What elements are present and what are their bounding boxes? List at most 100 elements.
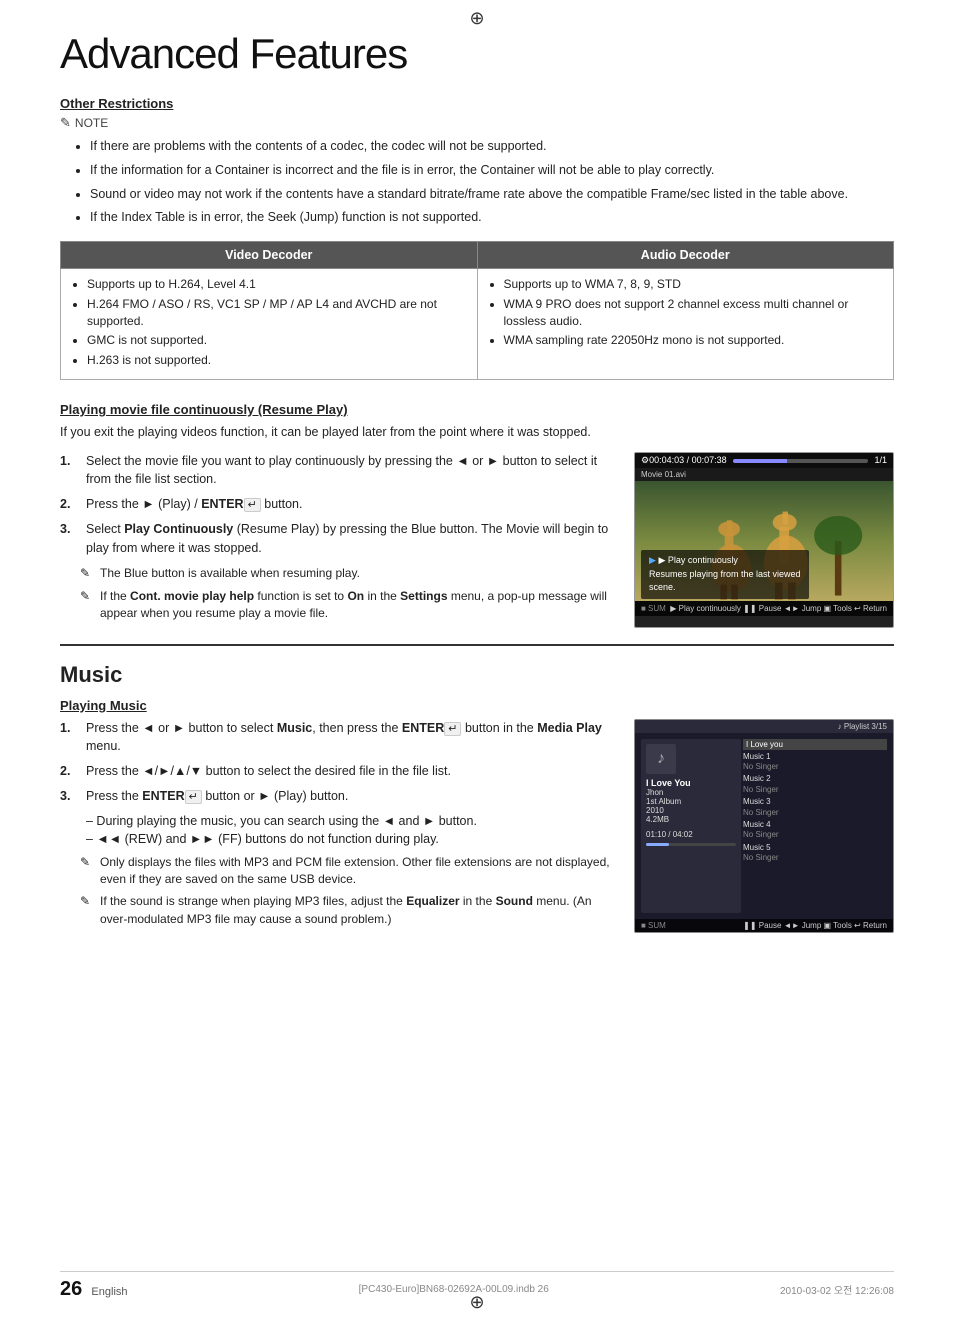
music-song-item-1: Music 1 No Singer — [743, 752, 887, 773]
tv-overlay-line2: Resumes playing from the last viewed — [649, 568, 801, 582]
music-screen-content: ♪ I Love You Jhon 1st Album 2010 4.2MB 0… — [635, 733, 893, 920]
music-bottombar-sum: ■ SUM — [641, 921, 666, 930]
music-song-item-4: Music 4 No Singer — [743, 820, 887, 841]
list-item: H.264 FMO / ASO / RS, VC1 SP / MP / AP L… — [87, 296, 467, 330]
music-progress-bg — [646, 843, 736, 846]
step-2-num: 2. — [60, 495, 78, 514]
codec-table-cell-video: Supports up to H.264, Level 4.1 H.264 FM… — [61, 269, 478, 380]
tv-screen-inner: ⚙ 00:04:03 / 00:07:38 1/1 Movie 01.avi — [635, 453, 893, 627]
page-number: 26 — [60, 1278, 82, 1300]
crosshair-top-icon: ⊕ — [469, 8, 484, 29]
music-song-item-2: Music 2 No Singer — [743, 774, 887, 795]
step-2: 2. Press the ► (Play) / ENTER↵ button. — [60, 495, 618, 514]
music-text: 1. Press the ◄ or ► button to select Mus… — [60, 719, 618, 934]
music-section-title: Music — [60, 662, 894, 688]
resume-note-2-text: If the Cont. movie play help function is… — [100, 588, 618, 623]
music-note-icon: ♪ — [646, 744, 676, 774]
music-sub-note-1: – During playing the music, you can sear… — [86, 814, 618, 828]
music-section: Music Playing Music 1. Press the ◄ or ► … — [60, 662, 894, 934]
resume-play-section: Playing movie file continuously (Resume … — [60, 402, 894, 628]
resume-note-2: ✎ If the Cont. movie play help function … — [80, 588, 618, 623]
page-footer: 26 English [PC430-Euro]BN68-02692A-00L09… — [60, 1271, 894, 1301]
music-step-1-text: Press the ◄ or ► button to select Music,… — [86, 719, 618, 757]
music-steps: 1. Press the ◄ or ► button to select Mus… — [60, 719, 618, 806]
note-label-text: NOTE — [75, 116, 108, 130]
resume-play-description: If you exit the playing videos function,… — [60, 423, 894, 442]
music-left-panel: ♪ I Love You Jhon 1st Album 2010 4.2MB 0… — [641, 739, 741, 914]
codec-table-header-video: Video Decoder — [61, 242, 478, 269]
resume-note-1: ✎ The Blue button is available when resu… — [80, 565, 618, 582]
music-progress-fill — [646, 843, 669, 846]
step-2-text: Press the ► (Play) / ENTER↵ button. — [86, 495, 302, 514]
music-step-2-text: Press the ◄/►/▲/▼ button to select the d… — [86, 762, 451, 781]
playing-music-heading: Playing Music — [60, 698, 894, 713]
music-note-1: ✎ Only displays the files with MP3 and P… — [80, 854, 618, 889]
codec-table-header-audio: Audio Decoder — [477, 242, 894, 269]
list-item: H.263 is not supported. — [87, 352, 467, 369]
other-restrictions-list: If there are problems with the contents … — [60, 137, 894, 227]
tv-topbar: ⚙ 00:04:03 / 00:07:38 1/1 — [635, 453, 893, 468]
music-album: 1st Album — [646, 797, 736, 806]
tv-filename: Movie 01.avi — [635, 468, 893, 481]
music-note-2-text: If the sound is strange when playing MP3… — [100, 893, 618, 928]
codec-table: Video Decoder Audio Decoder Supports up … — [60, 241, 894, 380]
page: ⊕ Advanced Features Other Restrictions ✎… — [0, 0, 954, 1321]
step-1-text: Select the movie file you want to play c… — [86, 452, 618, 490]
resume-play-layout: 1. Select the movie file you want to pla… — [60, 452, 894, 628]
resume-play-heading: Playing movie file continuously (Resume … — [60, 402, 894, 417]
music-step-3-text: Press the ENTER↵ button or ► (Play) butt… — [86, 787, 348, 806]
music-artist: Jhon — [646, 788, 736, 797]
list-item: Supports up to WMA 7, 8, 9, STD — [504, 276, 884, 293]
page-title: Advanced Features — [60, 30, 894, 78]
tv-topbar-icon: ⚙ — [641, 455, 649, 466]
music-song-item-3: Music 3 No Singer — [743, 797, 887, 818]
note-pencil-icon: ✎ — [80, 565, 94, 582]
step-1-num: 1. — [60, 452, 78, 490]
note-pencil-icon: ✎ — [80, 854, 94, 889]
other-restrictions-heading: Other Restrictions — [60, 96, 894, 111]
music-screen-bottombar: ■ SUM ❚❚ Pause ◄► Jump ▣ Tools ↩ Return — [635, 919, 893, 932]
music-selected-song: I Love you — [743, 739, 887, 750]
resume-play-text: 1. Select the movie file you want to pla… — [60, 452, 618, 628]
music-year: 2010 — [646, 806, 736, 815]
music-screen: ♪ Playlist 3/15 ♪ I Love You Jhon 1st Al… — [634, 719, 894, 934]
music-screen-topbar: ♪ Playlist 3/15 — [635, 720, 893, 733]
music-song-title: I Love You — [646, 778, 736, 788]
footer-left: 26 English — [60, 1278, 128, 1301]
note-pencil-icon: ✎ — [80, 588, 94, 623]
music-step-3: 3. Press the ENTER↵ button or ► (Play) b… — [60, 787, 618, 806]
music-song-item-5: Music 5 No Singer — [743, 843, 887, 864]
resume-screen: ⚙ 00:04:03 / 00:07:38 1/1 Movie 01.avi — [634, 452, 894, 628]
list-item: Supports up to H.264, Level 4.1 — [87, 276, 467, 293]
list-item: If there are problems with the contents … — [90, 137, 894, 156]
codec-table-cell-audio: Supports up to WMA 7, 8, 9, STD WMA 9 PR… — [477, 269, 894, 380]
list-item: WMA 9 PRO does not support 2 channel exc… — [504, 296, 884, 330]
music-section-divider — [60, 644, 894, 646]
music-note-1-text: Only displays the files with MP3 and PCM… — [100, 854, 618, 889]
tv-overlay: ▶ ▶ Play continuously Resumes playing fr… — [641, 550, 809, 599]
music-bottombar-controls: ❚❚ Pause ◄► Jump ▣ Tools ↩ Return — [743, 921, 887, 930]
tv-bottombar-left: ■ SUM — [641, 604, 666, 613]
step-1: 1. Select the movie file you want to pla… — [60, 452, 618, 490]
tv-topbar-count: 1/1 — [874, 455, 887, 466]
music-right-panel: I Love you Music 1 No Singer Music 2 No … — [743, 739, 887, 914]
step-3: 3. Select Play Continuously (Resume Play… — [60, 520, 618, 558]
music-size: 4.2MB — [646, 815, 736, 824]
footer-file-right: 2010-03-02 오전 12:26:08 — [780, 1282, 894, 1297]
music-sub-note-2: – ◄◄ (REW) and ►► (FF) buttons do not fu… — [86, 832, 618, 846]
music-playlist-header: ♪ Playlist 3/15 — [838, 722, 887, 731]
step-3-text: Select Play Continuously (Resume Play) b… — [86, 520, 618, 558]
music-time: 01:10 / 04:02 — [646, 830, 736, 839]
footer-language: English — [91, 1286, 127, 1298]
music-step-1: 1. Press the ◄ or ► button to select Mus… — [60, 719, 618, 757]
footer-file-left: [PC430-Euro]BN68-02692A-00L09.indb 26 — [359, 1284, 549, 1295]
list-item: If the information for a Container is in… — [90, 161, 894, 180]
music-step-3-num: 3. — [60, 787, 78, 806]
tv-overlay-line1: ▶ ▶ Play continuously — [649, 554, 801, 568]
note-label: ✎ NOTE — [60, 115, 894, 131]
tv-overlay-line3: scene. — [649, 581, 801, 595]
music-step-2-num: 2. — [60, 762, 78, 781]
list-item: WMA sampling rate 22050Hz mono is not su… — [504, 332, 884, 349]
other-restrictions-section: Other Restrictions ✎ NOTE If there are p… — [60, 96, 894, 227]
note-pencil-icon: ✎ — [60, 115, 71, 131]
